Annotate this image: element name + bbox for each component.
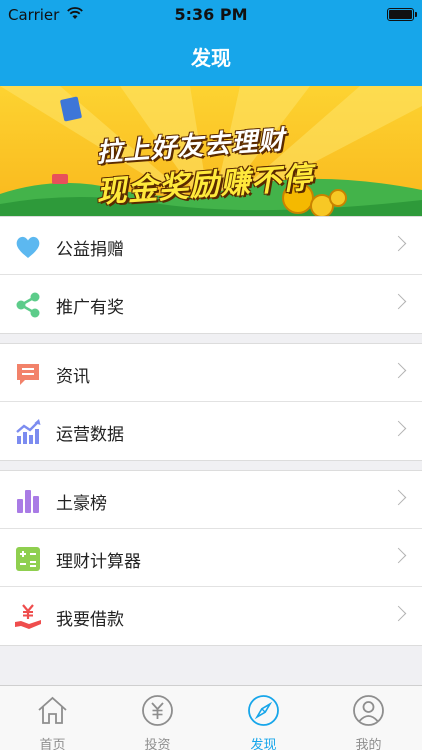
loan-icon: [14, 603, 42, 631]
menu-item-operation-data[interactable]: 运营数据: [0, 402, 422, 460]
chevron-right-icon: [390, 362, 407, 379]
person-icon: [352, 694, 385, 727]
message-icon: [14, 360, 42, 388]
chevron-right-icon: [390, 293, 407, 310]
menu-item-borrow[interactable]: 我要借款: [0, 587, 422, 645]
page-title: 发现: [191, 46, 231, 70]
menu-item-calculator[interactable]: 理财计算器: [0, 529, 422, 587]
calculator-icon: [14, 545, 42, 573]
tab-invest[interactable]: 投资: [105, 686, 210, 750]
bar-chart-icon: [14, 487, 42, 515]
menu-item-label: 公益捐赠: [56, 240, 124, 260]
tab-home[interactable]: 首页: [0, 686, 105, 750]
heart-icon: [14, 233, 42, 261]
chevron-right-icon: [390, 547, 407, 564]
status-time: 5:36 PM: [174, 5, 248, 24]
menu-group-charity: 公益捐赠 推广有奖: [0, 216, 422, 334]
tab-bar: 首页 投资 发现 我的: [0, 685, 422, 750]
chevron-right-icon: [390, 489, 407, 506]
menu-item-news[interactable]: 资讯: [0, 344, 422, 402]
tab-profile[interactable]: 我的: [316, 686, 421, 750]
tab-label: 发现: [250, 738, 277, 750]
chevron-right-icon: [390, 420, 407, 437]
trend-chart-icon: [14, 418, 42, 446]
menu-item-charity-donation[interactable]: 公益捐赠: [0, 217, 422, 275]
tab-label: 我的: [355, 738, 382, 750]
chevron-right-icon: [390, 605, 407, 622]
menu-item-label: 资讯: [56, 367, 90, 387]
chevron-right-icon: [390, 235, 407, 252]
menu-item-label: 我要借款: [56, 610, 124, 630]
menu-item-label: 理财计算器: [56, 552, 141, 572]
menu-group-tools: 土豪榜 理财计算器 我要借款: [0, 470, 422, 646]
home-icon: [36, 694, 69, 727]
tab-label: 首页: [39, 738, 66, 750]
menu-item-rich-list[interactable]: 土豪榜: [0, 471, 422, 529]
battery-icon: [387, 8, 417, 21]
status-bar: Carrier 5:36 PM: [0, 0, 422, 28]
tab-discover[interactable]: 发现: [211, 686, 316, 750]
menu-item-label: 土豪榜: [56, 494, 107, 514]
yuan-icon: [141, 694, 174, 727]
menu-item-label: 运营数据: [56, 425, 124, 445]
menu-item-label: 推广有奖: [56, 298, 124, 318]
menu-item-referral-reward[interactable]: 推广有奖: [0, 275, 422, 333]
compass-icon: [247, 694, 280, 727]
promo-banner[interactable]: 拉上好友去理财 现金奖励赚不停: [0, 86, 422, 216]
tab-label: 投资: [144, 738, 171, 750]
nav-header: Carrier 5:36 PM 发现: [0, 0, 422, 86]
share-icon: [14, 291, 42, 319]
menu-group-info: 资讯 运营数据: [0, 343, 422, 461]
